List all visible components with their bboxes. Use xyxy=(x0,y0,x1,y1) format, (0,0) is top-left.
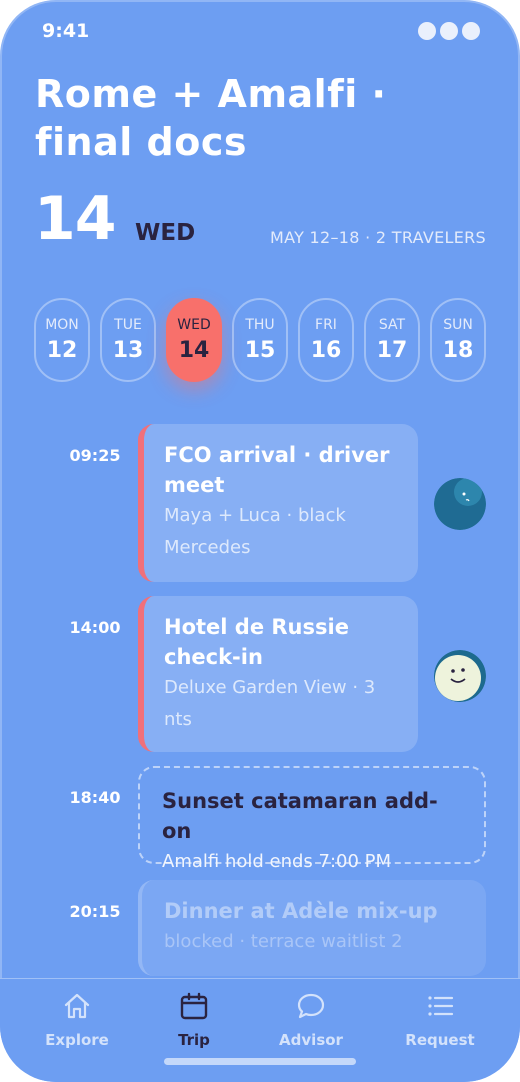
page-title: Rome + Amalfi · final docs xyxy=(35,72,387,164)
day-num: 15 xyxy=(244,338,276,363)
event-time: 09:25 xyxy=(69,446,121,465)
tab-request[interactable]: Request xyxy=(390,991,490,1049)
status-time: 9:41 xyxy=(42,20,90,42)
day-num: 18 xyxy=(442,338,474,363)
day-selector: MON 12 TUE 13 WED 14 THU 15 FRI 16 SAT 17 SUN 1… xyxy=(34,298,486,382)
day-name: MON xyxy=(45,317,79,333)
event-card-catamaran[interactable]: Sunset catamaran add-on Amalfi hold ends… xyxy=(138,766,486,872)
phone-screen: 9:41 Rome + Amalfi · final docs 14 WED M… xyxy=(0,0,520,1082)
day-name: SUN xyxy=(443,317,473,333)
event-subtitle: blocked · terrace waitlist 2 xyxy=(164,931,403,952)
day-name: SAT xyxy=(378,317,406,333)
tab-advisor[interactable]: Advisor xyxy=(261,991,361,1049)
day-num: 12 xyxy=(46,338,78,363)
day-name: THU xyxy=(245,317,275,333)
day-num: 16 xyxy=(310,338,342,363)
day-thu[interactable]: THU 15 xyxy=(232,298,288,382)
day-num: 13 xyxy=(112,338,144,363)
event-time: 14:00 xyxy=(69,618,121,637)
event-card-hotel-checkin[interactable]: Hotel de Russie check-in Deluxe Garden V… xyxy=(138,596,418,752)
day-num: 17 xyxy=(376,338,408,363)
home-indicator[interactable] xyxy=(164,1058,356,1065)
day-sat[interactable]: SAT 17 xyxy=(364,298,420,382)
event-card-dinner[interactable]: Dinner at Adèle mix-up blocked · terrace… xyxy=(138,880,486,976)
trip-meta: MAY 12–18 · 2 TRAVELERS xyxy=(269,228,486,247)
tab-label: Trip xyxy=(178,1031,210,1049)
day-fri[interactable]: FRI 16 xyxy=(298,298,354,382)
event-card-fco-arrival[interactable]: FCO arrival · driver meet Maya + Luca · … xyxy=(138,424,418,582)
home-icon xyxy=(64,993,90,1019)
tab-trip[interactable]: Trip xyxy=(144,991,244,1049)
day-num: 14 xyxy=(178,338,210,363)
day-mon[interactable]: MON 12 xyxy=(34,298,90,382)
event-title: FCO arrival · driver meet xyxy=(164,443,390,497)
day-tue[interactable]: TUE 13 xyxy=(100,298,156,382)
day-name: TUE xyxy=(114,317,142,333)
status-indicators xyxy=(418,22,480,40)
chat-icon xyxy=(297,993,325,1019)
tab-label: Request xyxy=(405,1031,475,1049)
day-name: WED xyxy=(177,317,211,333)
selected-day-of-week: WED xyxy=(135,220,196,246)
tab-label: Explore xyxy=(45,1031,109,1049)
smiley-face-icon[interactable] xyxy=(434,650,486,702)
event-subtitle: Amalfi hold ends 7:00 PM xyxy=(162,851,392,872)
day-sun[interactable]: SUN 18 xyxy=(430,298,486,382)
day-wed[interactable]: WED 14 xyxy=(166,298,222,382)
event-time: 20:15 xyxy=(69,902,121,921)
event-title: Dinner at Adèle mix-up xyxy=(164,899,438,923)
event-title: Hotel de Russie check-in xyxy=(164,615,349,669)
day-name: FRI xyxy=(315,317,337,333)
event-title: Sunset catamaran add-on xyxy=(162,789,438,843)
list-icon xyxy=(428,996,454,1016)
selected-day-number: 14 xyxy=(34,184,116,254)
event-time: 18:40 xyxy=(69,788,121,807)
tab-explore[interactable]: Explore xyxy=(27,991,127,1049)
event-subtitle: Maya + Luca · black Mercedes xyxy=(164,505,346,558)
teal-face-icon[interactable] xyxy=(434,478,486,530)
event-subtitle: Deluxe Garden View · 3 nts xyxy=(164,677,376,730)
tab-label: Advisor xyxy=(279,1031,343,1049)
tab-bar: Explore Trip Advisor Request xyxy=(0,978,520,1082)
calendar-icon xyxy=(180,992,208,1020)
